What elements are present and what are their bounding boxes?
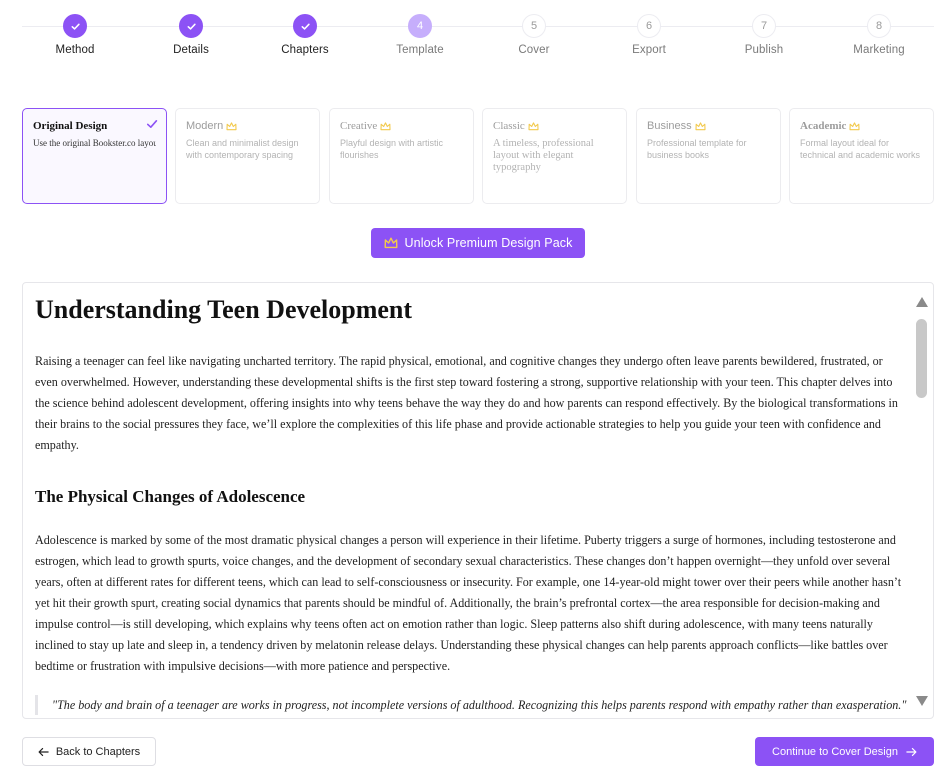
template-card-description: Playful design with artistic flourishes bbox=[340, 138, 444, 160]
step-template[interactable]: 4 Template bbox=[370, 14, 470, 56]
arrow-left-icon bbox=[38, 747, 49, 756]
template-preview-pane[interactable]: Understanding Teen Development Raising a… bbox=[22, 282, 934, 719]
section-heading: The Physical Changes of Adolescence bbox=[35, 487, 306, 506]
premium-crown-icon bbox=[849, 121, 860, 130]
step-label: Template bbox=[396, 44, 444, 56]
template-card-business[interactable]: Business Professional template for busin… bbox=[636, 108, 781, 204]
step-label: Publish bbox=[744, 44, 784, 56]
step-details[interactable]: Details bbox=[141, 14, 241, 56]
selected-check-icon bbox=[147, 120, 158, 128]
template-card-creative[interactable]: Creative Playful design with artistic fl… bbox=[329, 108, 474, 204]
template-card-academic[interactable]: Academic Formal layout ideal for technic… bbox=[789, 108, 934, 204]
premium-crown-icon bbox=[380, 121, 391, 130]
template-card-title: Original Design bbox=[33, 120, 108, 132]
step-label: Cover bbox=[518, 44, 550, 56]
intro-paragraph: Raising a teenager can feel like navigat… bbox=[35, 354, 898, 452]
premium-crown-icon bbox=[226, 121, 237, 130]
step-label: Marketing bbox=[853, 44, 905, 56]
template-card-description: Use the original Bookster.co layout. bbox=[33, 138, 156, 148]
arrow-right-icon bbox=[906, 747, 917, 756]
template-card-title: Academic bbox=[800, 120, 847, 132]
crown-icon bbox=[384, 237, 398, 249]
step-complete-check-icon bbox=[63, 14, 87, 38]
step-label: Chapters bbox=[281, 44, 329, 56]
template-card-title: Modern bbox=[186, 120, 224, 132]
premium-crown-icon bbox=[528, 121, 539, 130]
template-card-description: A timeless, professional layout with ele… bbox=[493, 138, 594, 173]
preview-document: Understanding Teen Development Raising a… bbox=[35, 293, 906, 715]
template-card-title: Creative bbox=[340, 120, 378, 132]
template-card-title: Classic bbox=[493, 120, 525, 132]
step-method[interactable]: Method bbox=[25, 14, 125, 56]
continue-to-cover-button[interactable]: Continue to Cover Design bbox=[755, 737, 934, 766]
step-number: 8 bbox=[867, 14, 891, 38]
step-chapters[interactable]: Chapters bbox=[255, 14, 355, 56]
template-card-description: Clean and minimalist design with contemp… bbox=[186, 138, 299, 160]
chapter-title: Understanding Teen Development bbox=[35, 295, 413, 324]
template-card-title: Business bbox=[647, 120, 692, 132]
back-button-label: Back to Chapters bbox=[55, 745, 141, 758]
step-number: 4 bbox=[408, 14, 432, 38]
scroll-down-arrow-icon[interactable] bbox=[915, 695, 929, 707]
scroll-up-arrow-icon[interactable] bbox=[915, 296, 929, 308]
section-paragraph: Adolescence is marked by some of the mos… bbox=[35, 533, 902, 673]
step-label: Method bbox=[55, 44, 95, 56]
step-number: 7 bbox=[752, 14, 776, 38]
back-to-chapters-button[interactable]: Back to Chapters bbox=[22, 737, 156, 766]
step-export[interactable]: 6 Export bbox=[599, 14, 699, 56]
step-number: 5 bbox=[522, 14, 546, 38]
template-selector: Original Design Use the original Bookste… bbox=[22, 108, 934, 204]
step-label: Export bbox=[632, 44, 666, 56]
scrollbar-thumb[interactable] bbox=[916, 319, 927, 398]
template-card-modern[interactable]: Modern Clean and minimalist design with … bbox=[175, 108, 320, 204]
pull-quote: "The body and brain of a teenager are wo… bbox=[35, 695, 906, 715]
unlock-premium-label: Unlock Premium Design Pack bbox=[404, 236, 573, 250]
unlock-premium-button[interactable]: Unlock Premium Design Pack bbox=[371, 228, 585, 258]
template-card-description: Formal layout ideal for technical and ac… bbox=[800, 138, 921, 160]
step-number: 6 bbox=[637, 14, 661, 38]
step-publish[interactable]: 7 Publish bbox=[714, 14, 814, 56]
step-label: Details bbox=[173, 44, 209, 56]
continue-button-label: Continue to Cover Design bbox=[772, 745, 898, 758]
step-complete-check-icon bbox=[293, 14, 317, 38]
template-card-description: Professional template for business books bbox=[647, 138, 747, 160]
template-card-classic[interactable]: Classic A timeless, professional layout … bbox=[482, 108, 627, 204]
template-card-original-design[interactable]: Original Design Use the original Bookste… bbox=[22, 108, 167, 204]
step-complete-check-icon bbox=[179, 14, 203, 38]
step-marketing[interactable]: 8 Marketing bbox=[829, 14, 929, 56]
progress-stepper: Method Details Chapters 4 Template 5 Cov… bbox=[22, 14, 934, 64]
step-cover[interactable]: 5 Cover bbox=[484, 14, 584, 56]
premium-crown-icon bbox=[695, 121, 706, 130]
